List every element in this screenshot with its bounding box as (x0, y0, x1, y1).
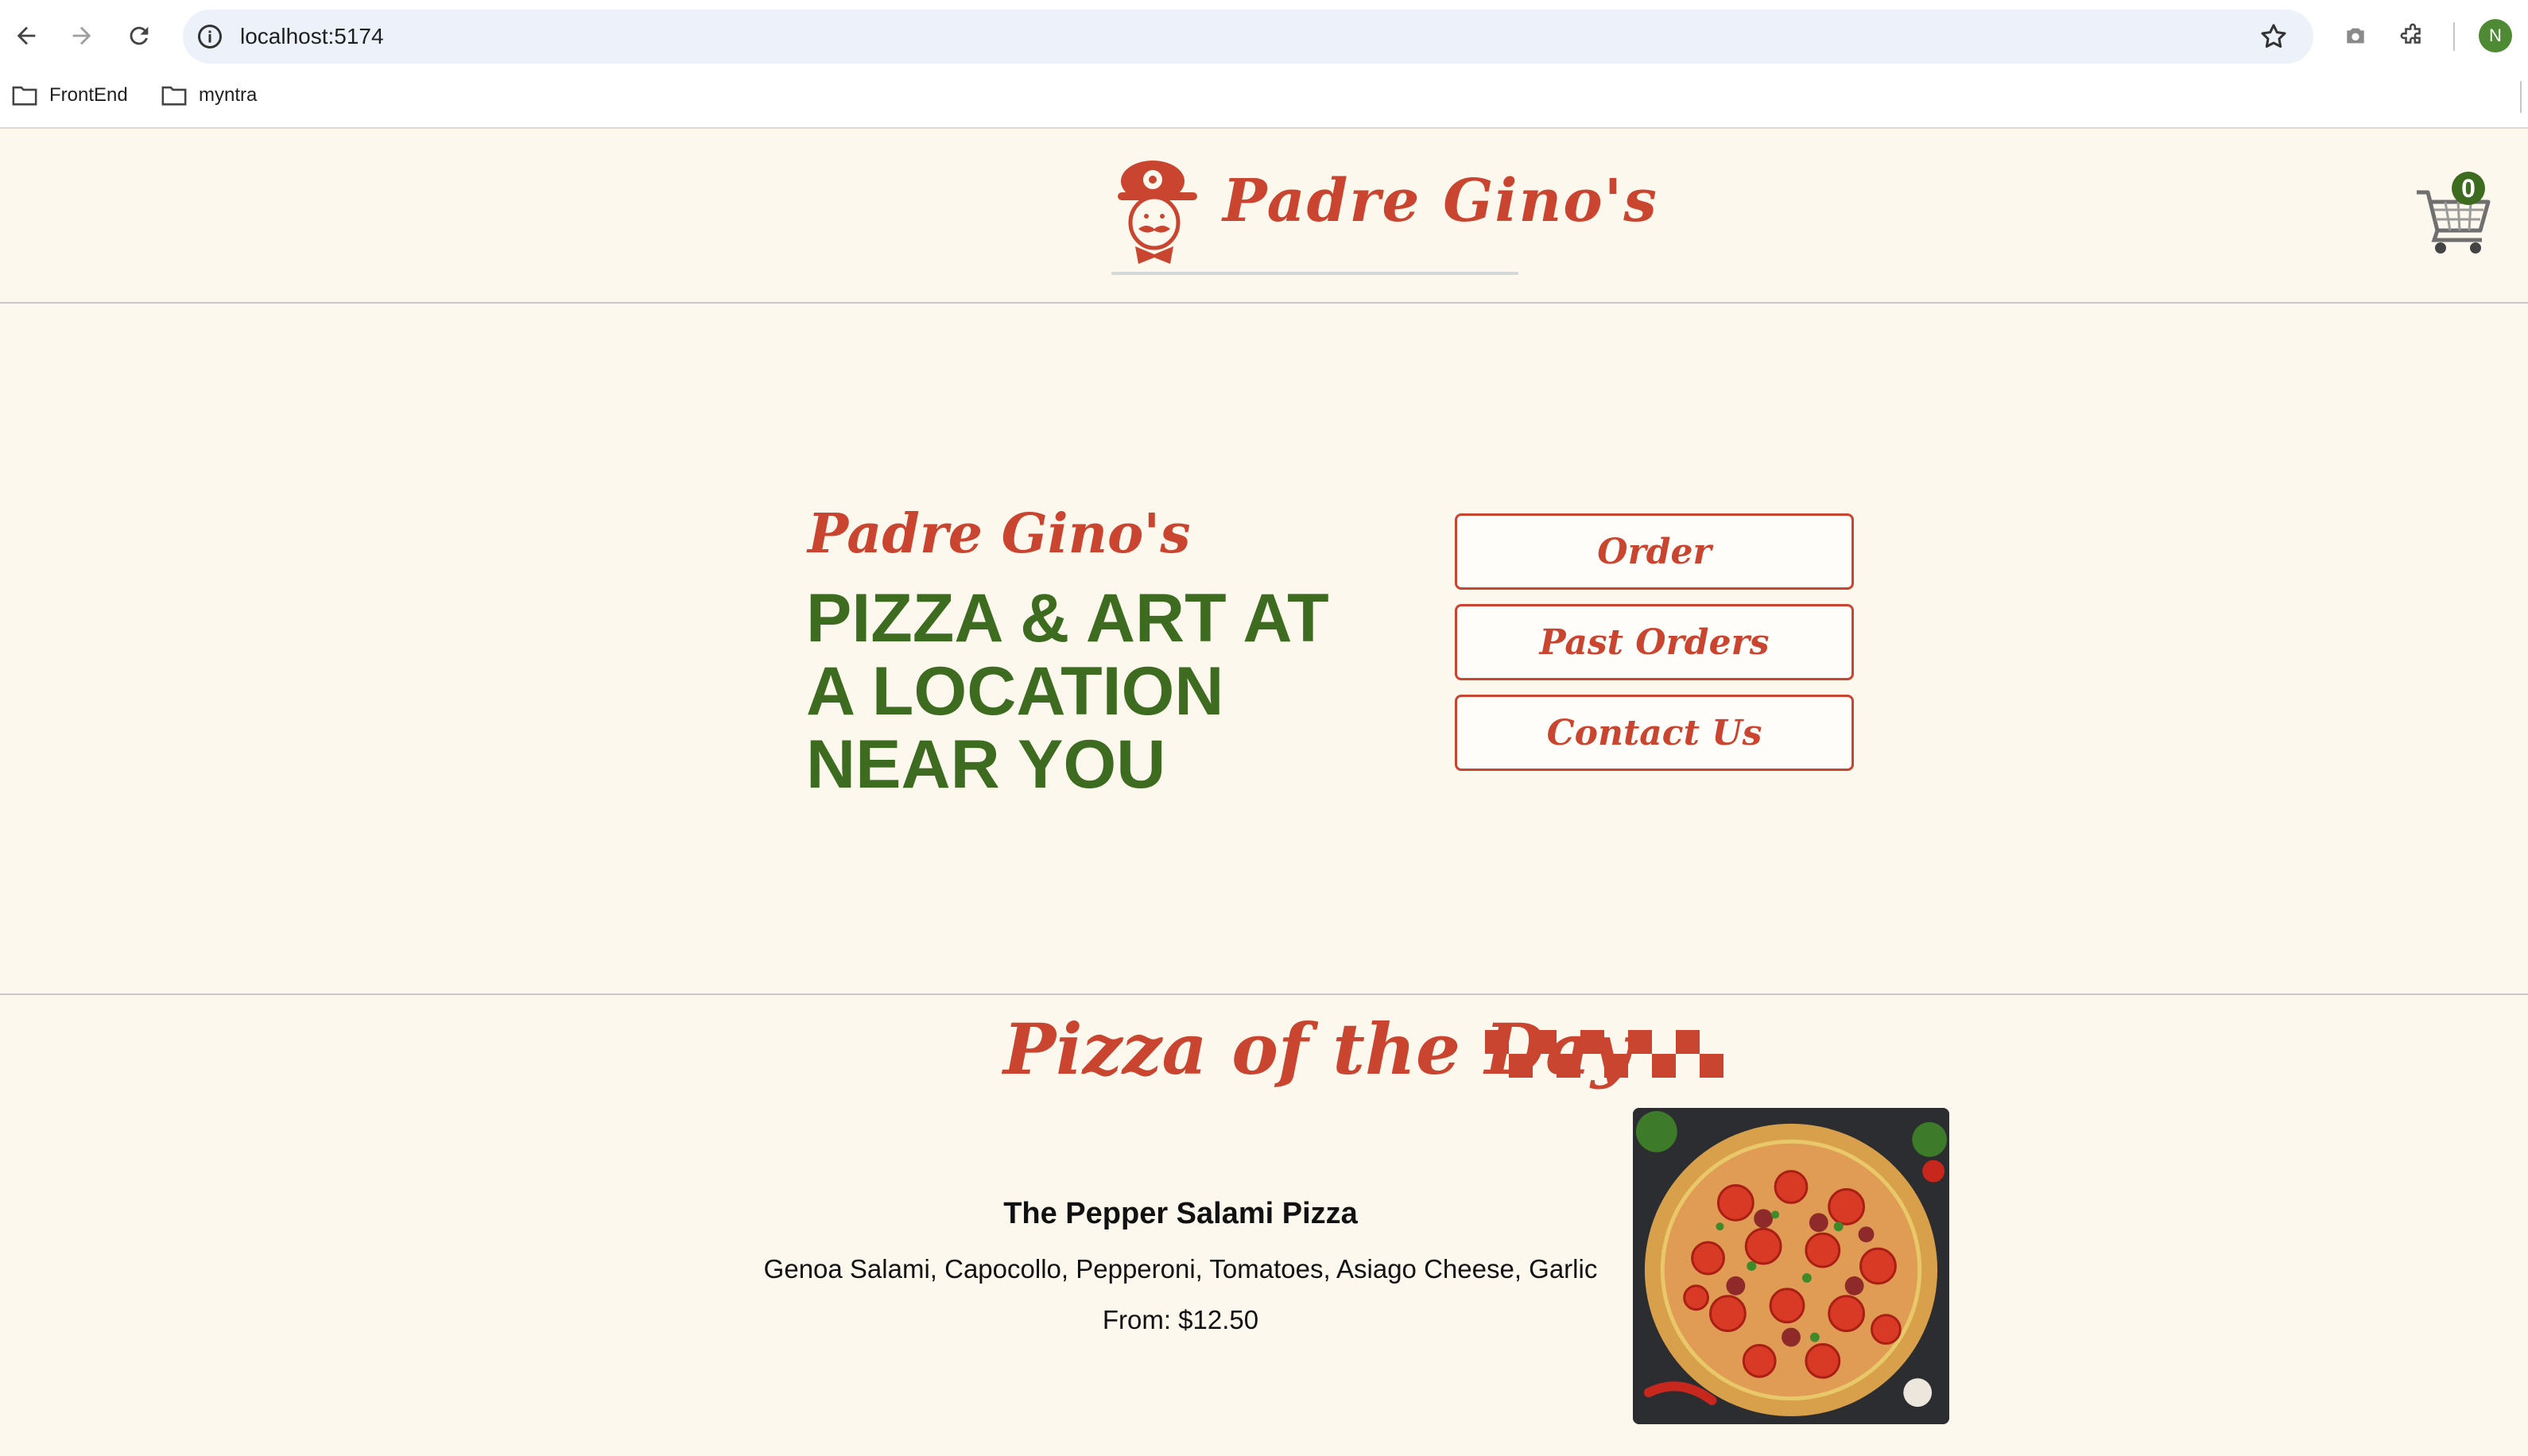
bookmark-myntra[interactable]: myntra (161, 81, 257, 110)
arrow-right-icon (72, 26, 91, 45)
logo-text: Padre Gino's (1223, 167, 1658, 235)
pizza-image (1633, 1108, 1949, 1424)
slogan-line: PIZZA & ART AT (806, 580, 1329, 656)
slogan-line: A LOCATION (806, 653, 1224, 730)
pizza-illustration (1633, 1108, 1949, 1424)
bookmark-label: myntra (199, 84, 258, 106)
forward-button[interactable] (62, 16, 102, 56)
folder-icon (161, 86, 187, 106)
bookmark-frontend[interactable]: FrontEnd (11, 81, 128, 110)
hero-slogan: PIZZA & ART AT A LOCATION NEAR YOU (806, 582, 1363, 801)
puzzle-icon (2400, 23, 2421, 44)
toolbar-separator (2453, 22, 2455, 51)
url-text[interactable]: localhost:5174 (240, 22, 384, 51)
camera-icon (2347, 28, 2364, 44)
reload-button[interactable] (119, 16, 159, 56)
browser-chrome: localhost:5174 N FrontEnd myntra (0, 0, 2528, 129)
info-icon[interactable] (196, 22, 224, 51)
address-bar[interactable]: localhost:5174 (183, 10, 2313, 64)
past-orders-button[interactable]: Past Orders (1455, 604, 1854, 680)
bookmark-star-icon[interactable] (2258, 21, 2290, 52)
screenshot-button[interactable] (2337, 17, 2374, 54)
folder-icon (12, 86, 37, 106)
pizza-price: From: $12.50 (1102, 1305, 1259, 1334)
extensions-button[interactable] (2394, 17, 2431, 54)
slogan-line: NEAR YOU (806, 726, 1166, 803)
arrow-left-icon (17, 26, 36, 45)
reload-icon (130, 26, 149, 45)
order-button[interactable]: Order (1455, 513, 1854, 590)
browser-toolbar: localhost:5174 N (0, 0, 2528, 73)
hero-title: Padre Gino's (808, 502, 1191, 566)
bookmark-label: FrontEnd (49, 84, 128, 106)
bookmarks-bar: FrontEnd myntra (0, 73, 2528, 118)
contact-us-button[interactable]: Contact Us (1455, 695, 1854, 771)
chef-logo-icon (1118, 161, 1197, 264)
pizza-name: The Pepper Salami Pizza (1003, 1197, 1358, 1230)
bookmarks-bar-edge (2520, 81, 2522, 113)
section-divider (0, 993, 2528, 995)
back-button[interactable] (6, 16, 46, 56)
pizza-description: Genoa Salami, Capocollo, Pepperoni, Toma… (763, 1254, 1598, 1284)
site-header: Padre Gino's 0 (0, 129, 2528, 304)
logo-link[interactable]: Padre Gino's (1111, 157, 1657, 275)
cart-count-badge: 0 (2452, 172, 2485, 205)
checkered-pattern-icon (1485, 1030, 1723, 1078)
profile-avatar[interactable]: N (2479, 19, 2512, 52)
